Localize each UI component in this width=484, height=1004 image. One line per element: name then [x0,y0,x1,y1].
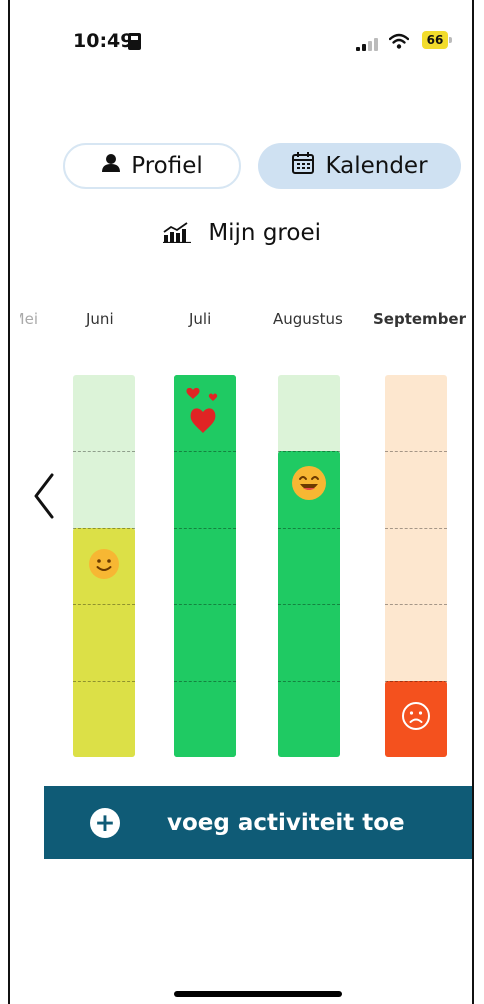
column-gridline [73,604,135,605]
tab-profiel-label: Profiel [131,153,203,179]
column-gridline [73,681,135,682]
add-activity-button[interactable]: + voeg activiteit toe [44,786,472,859]
growth-title: Mijn groei [208,220,321,246]
tab-profiel[interactable]: Profiel [63,143,241,189]
mood-column-juni[interactable] [73,375,135,757]
sim-card-icon [128,33,141,50]
month-label-selected[interactable]: September [373,310,466,328]
status-bar: 10:49 66 [0,0,484,70]
growth-chart-icon [163,221,191,249]
column-gridline [73,451,135,452]
column-gridline [385,528,447,529]
status-time: 10:49 [73,30,134,52]
laughing-icon [291,465,327,505]
growth-header: Mijn groei [0,220,484,249]
mood-column-september[interactable] [385,375,447,757]
smile-icon [88,548,120,584]
tab-kalender[interactable]: Kalender [258,143,461,189]
tab-kalender-label: Kalender [325,153,428,179]
signal-icon [356,37,378,51]
column-gridline [278,681,340,682]
month-label[interactable]: Mei [20,310,38,328]
month-label[interactable]: Augustus [273,310,343,328]
plus-icon: + [90,807,120,838]
column-gridline [385,604,447,605]
column-gridline [385,451,447,452]
person-icon [101,153,121,179]
hearts-icon [185,387,225,439]
column-gridline [174,604,236,605]
calendar-icon [291,151,315,181]
mood-column-juli[interactable] [174,375,236,757]
home-indicator [174,991,342,997]
column-gridline [278,528,340,529]
column-gridline [174,451,236,452]
month-label[interactable]: Juni [86,310,114,328]
sad-icon [401,701,431,735]
mood-column-augustus[interactable] [278,375,340,757]
wifi-icon [389,33,409,49]
battery-indicator: 66 [422,31,452,49]
month-label[interactable]: Juli [189,310,211,328]
month-labels: Mei Juni Juli Augustus September [0,310,484,334]
column-gridline [385,681,447,682]
column-gridline [278,451,340,452]
column-gridline [174,528,236,529]
column-gridline [174,681,236,682]
chevron-left-icon[interactable] [30,472,60,520]
column-gridline [278,604,340,605]
add-activity-label: voeg activiteit toe [167,809,405,836]
column-gridline [73,528,135,529]
tab-bar: Profiel Kalender [63,143,462,189]
